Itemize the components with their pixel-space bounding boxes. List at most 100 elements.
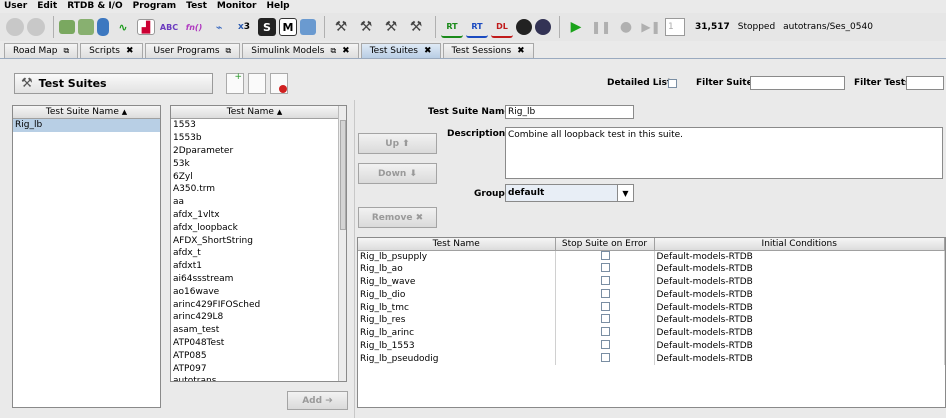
wave-icon[interactable]: ∿ bbox=[112, 16, 134, 38]
stop-on-error-checkbox[interactable] bbox=[601, 327, 610, 337]
list-item[interactable]: ao16wave bbox=[171, 285, 338, 298]
list-item[interactable]: 1553 bbox=[171, 119, 338, 132]
tab-user-programs[interactable]: User Programs ⧉ bbox=[144, 43, 241, 58]
list-item[interactable]: arinc429FIFOSched bbox=[171, 298, 338, 311]
list-item[interactable]: ATP085 bbox=[171, 349, 338, 362]
list-item[interactable]: afdx_t bbox=[171, 247, 338, 260]
stop-on-error-checkbox[interactable] bbox=[601, 339, 610, 349]
detailed-list-checkbox[interactable] bbox=[668, 79, 677, 88]
list-item[interactable]: afdx_1vltx bbox=[171, 209, 338, 222]
s-icon[interactable]: S bbox=[258, 18, 276, 36]
copy-suite-icon[interactable] bbox=[248, 73, 266, 94]
table-row[interactable]: Rig_lb_res Default-models-RTDB bbox=[358, 313, 945, 327]
pause-icon[interactable]: ❚❚ bbox=[590, 16, 612, 38]
stop-on-error-checkbox[interactable] bbox=[601, 352, 610, 362]
close-icon[interactable]: ✖ bbox=[126, 46, 134, 56]
hammer-icon[interactable]: ⚒ bbox=[330, 16, 352, 38]
table-row[interactable]: Rig_lb_1553 Default-models-RTDB bbox=[358, 339, 945, 353]
stop-on-error-checkbox[interactable] bbox=[601, 288, 610, 298]
menu-item-test[interactable]: Test bbox=[186, 1, 207, 11]
rt-icon[interactable]: RT bbox=[441, 16, 463, 38]
menu-item-program[interactable]: Program bbox=[133, 1, 177, 11]
new-suite-icon[interactable]: + bbox=[226, 72, 244, 94]
list-item[interactable]: A350.trm bbox=[171, 183, 338, 196]
filter-tests-input[interactable] bbox=[906, 76, 944, 90]
window-icon[interactable]: ⧉ bbox=[330, 46, 336, 56]
list-item[interactable]: 1553b bbox=[171, 132, 338, 145]
step-icon[interactable]: ▶❚ bbox=[640, 16, 662, 38]
menu-item-rtdb-i-o[interactable]: RTDB & I/O bbox=[67, 1, 122, 11]
abc-icon[interactable]: ABC bbox=[158, 16, 180, 38]
table-row[interactable]: Rig_lb_dio Default-models-RTDB bbox=[358, 288, 945, 302]
list-item[interactable]: ATP097 bbox=[171, 362, 338, 375]
stop-circle-icon[interactable] bbox=[27, 18, 45, 36]
list-item[interactable]: autotrans bbox=[171, 375, 338, 381]
dl-icon[interactable]: DL bbox=[491, 16, 513, 38]
close-icon[interactable]: ✖ bbox=[342, 46, 350, 56]
table-row[interactable]: Rig_lb_pseudodig Default-models-RTDB bbox=[358, 352, 945, 366]
stop-on-error-checkbox[interactable] bbox=[601, 301, 610, 311]
list-item[interactable]: afdxt1 bbox=[171, 260, 338, 273]
window-icon[interactable]: ⧉ bbox=[226, 46, 232, 56]
test-suites-title-button[interactable]: ⚒ Test Suites bbox=[14, 73, 213, 94]
down-button[interactable]: Down ⬇ bbox=[358, 163, 437, 184]
variable-icon[interactable]: x3 bbox=[233, 16, 255, 38]
filter-suites-input[interactable] bbox=[750, 76, 845, 90]
stop-on-error-checkbox[interactable] bbox=[601, 314, 610, 324]
tools-icon[interactable]: ⚒ bbox=[405, 16, 427, 38]
list-item[interactable]: aa bbox=[171, 196, 338, 209]
test-list-header[interactable]: Test Name ▲ bbox=[171, 106, 338, 119]
gauge-icon[interactable] bbox=[516, 19, 532, 35]
timer-icon[interactable] bbox=[535, 19, 551, 35]
list-item[interactable]: AFDX_ShortString bbox=[171, 234, 338, 247]
col-stop-on-error[interactable]: Stop Suite on Error bbox=[555, 238, 655, 251]
scroll-thumb[interactable] bbox=[340, 120, 346, 230]
list-item[interactable]: asam_test bbox=[171, 324, 338, 337]
stop-circle-icon[interactable] bbox=[6, 18, 24, 36]
col-initial-conditions[interactable]: Initial Conditions bbox=[654, 238, 945, 251]
list-item[interactable]: ATP048Test bbox=[171, 337, 338, 350]
up-button[interactable]: Up ⬆ bbox=[358, 133, 437, 154]
table-row[interactable]: Rig_lb_ao Default-models-RTDB bbox=[358, 262, 945, 276]
list-item[interactable]: afdx_loopback bbox=[171, 221, 338, 234]
tab-test-sessions[interactable]: Test Sessions ✖ bbox=[442, 43, 534, 58]
tree-icon[interactable] bbox=[300, 19, 316, 35]
chevron-down-icon[interactable]: ▼ bbox=[617, 185, 633, 201]
tab-test-suites[interactable]: Test Suites ✖ bbox=[360, 43, 441, 58]
table-row[interactable]: Rig_lb_wave Default-models-RTDB bbox=[358, 275, 945, 289]
stop-on-error-checkbox[interactable] bbox=[601, 263, 610, 273]
suite-name-input[interactable]: Rig_lb bbox=[505, 105, 634, 119]
close-icon[interactable]: ✖ bbox=[517, 46, 525, 56]
stop-on-error-checkbox[interactable] bbox=[601, 275, 610, 285]
step-count-input[interactable]: 1 bbox=[665, 18, 685, 36]
window-icon[interactable]: ⧉ bbox=[63, 46, 69, 56]
graph-icon[interactable]: ⌁ bbox=[208, 16, 230, 38]
delete-suite-icon[interactable] bbox=[270, 73, 288, 94]
close-icon[interactable]: ✖ bbox=[424, 46, 432, 56]
stop-on-error-checkbox[interactable] bbox=[601, 250, 610, 260]
add-button[interactable]: Add ➔ bbox=[287, 391, 348, 410]
list-item[interactable]: 6Zyl bbox=[171, 170, 338, 183]
suite-list-header[interactable]: Test Suite Name ▲ bbox=[13, 106, 160, 119]
tab-road-map[interactable]: Road Map ⧉ bbox=[4, 43, 79, 58]
rt2-icon[interactable]: RT bbox=[466, 16, 488, 38]
test-list-scrollbar[interactable] bbox=[338, 106, 346, 381]
menu-item-edit[interactable]: Edit bbox=[37, 1, 57, 11]
play-icon[interactable]: ▶ bbox=[565, 16, 587, 38]
build-ac-icon[interactable]: ⚒ bbox=[380, 16, 402, 38]
record-icon[interactable]: ● bbox=[615, 16, 637, 38]
menu-item-user[interactable]: User bbox=[4, 1, 27, 11]
group-select[interactable]: default ▼ bbox=[505, 184, 634, 202]
image-icon[interactable] bbox=[59, 20, 75, 34]
list-item[interactable]: ai64ssstream bbox=[171, 273, 338, 286]
description-textarea[interactable]: Combine all loopback test in this suite. bbox=[505, 127, 943, 179]
check-image-icon[interactable] bbox=[78, 19, 94, 35]
table-row[interactable]: Rig_lb_arinc Default-models-RTDB bbox=[358, 326, 945, 340]
m-icon[interactable]: M bbox=[279, 18, 297, 36]
list-item[interactable]: 2Dparameter bbox=[171, 145, 338, 158]
tab-scripts[interactable]: Scripts ✖ bbox=[80, 43, 143, 58]
tab-simulink-models[interactable]: Simulink Models ⧉ ✖ bbox=[242, 43, 359, 58]
col-test-name[interactable]: Test Name bbox=[358, 238, 556, 251]
menu-item-monitor[interactable]: Monitor bbox=[217, 1, 257, 11]
fn-icon[interactable]: fn() bbox=[183, 16, 205, 38]
